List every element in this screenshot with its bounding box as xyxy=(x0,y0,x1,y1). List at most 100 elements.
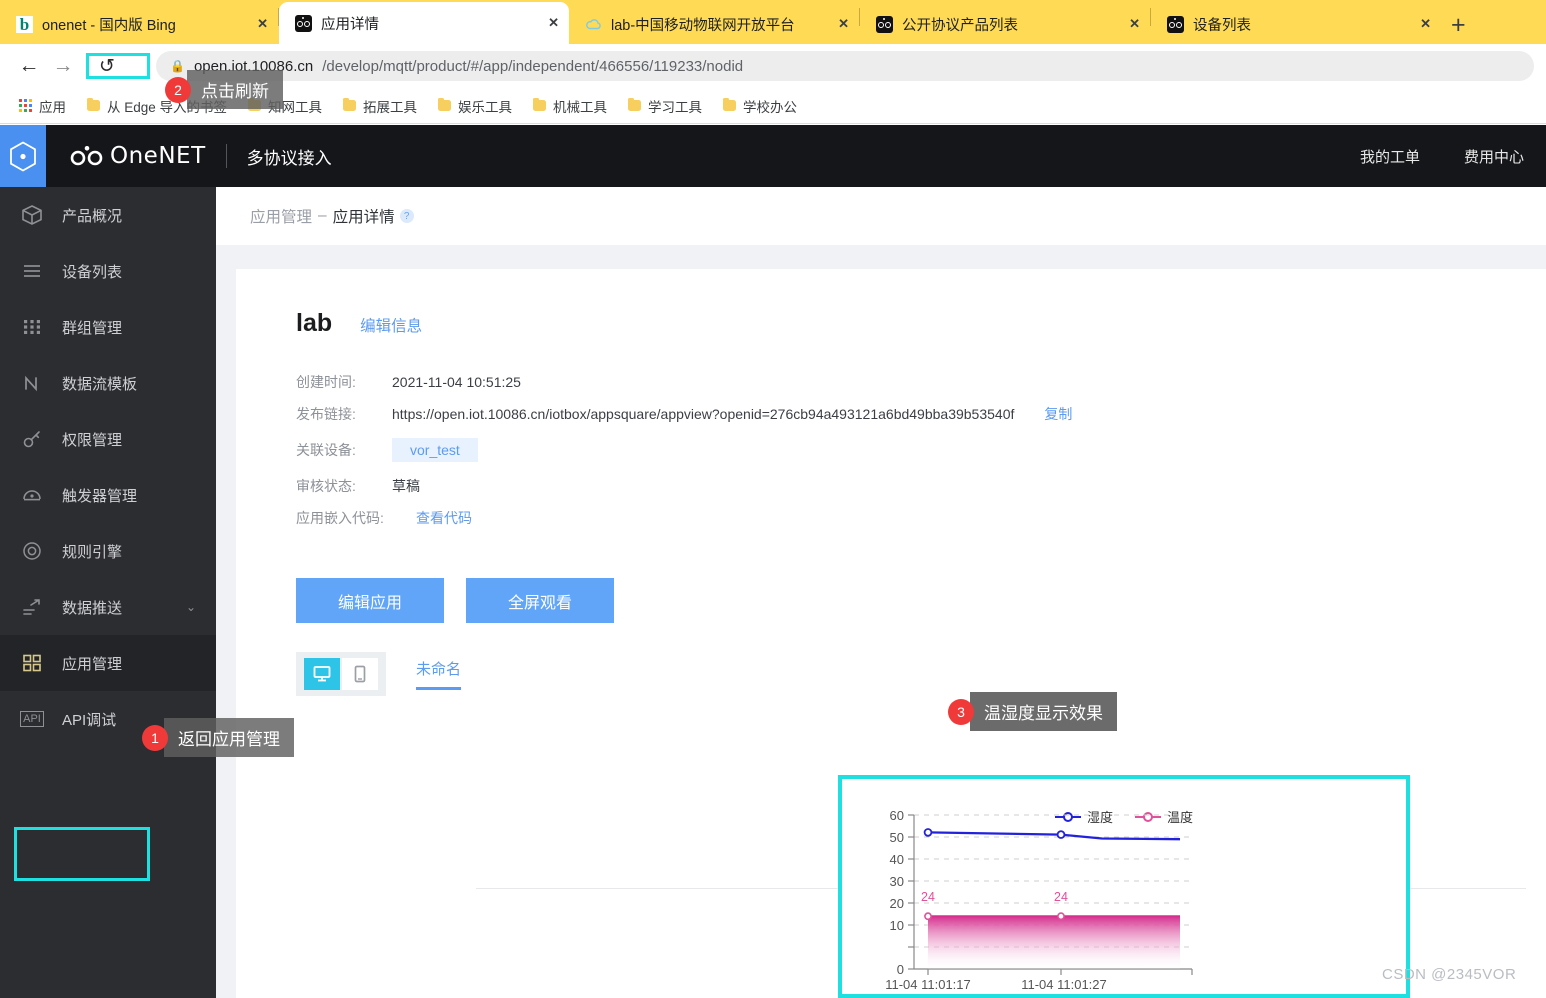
phone-icon xyxy=(354,665,366,683)
sidebar-item-rule-engine[interactable]: 规则引擎 xyxy=(0,523,216,579)
copy-link-button[interactable]: 复制 xyxy=(1044,404,1072,424)
chevron-down-icon[interactable]: ⌄ xyxy=(186,600,196,614)
monitor-icon xyxy=(313,666,331,682)
sidebar-item-datastream-template[interactable]: 数据流模板 xyxy=(0,355,216,411)
grid-dots-icon xyxy=(20,315,44,339)
cloud-icon xyxy=(585,16,602,33)
meta-row-linked-device: 关联设备: vor_test xyxy=(296,430,1546,470)
bookmark-folder-3[interactable]: 拓展工具 xyxy=(334,93,426,119)
fullscreen-view-button[interactable]: 全屏观看 xyxy=(466,578,614,623)
sidebar-item-data-push[interactable]: 数据推送 ⌄ xyxy=(0,579,216,635)
linked-device-chip[interactable]: vor_test xyxy=(392,438,478,462)
address-bar[interactable]: 🔒 open.iot.10086.cn/develop/mqtt/product… xyxy=(156,51,1534,81)
sidebar-item-app-management[interactable]: 应用管理 xyxy=(0,635,216,691)
folder-icon xyxy=(87,97,100,111)
chart-series-humidity xyxy=(923,828,1181,841)
browser-tab-4[interactable]: 公开协议产品列表 ✕ xyxy=(860,4,1150,44)
apps-grid-icon xyxy=(19,99,32,112)
brand-divider xyxy=(225,144,227,168)
key-icon xyxy=(20,427,44,451)
status-badge: 草稿 xyxy=(392,478,420,494)
meta-value: https://open.iot.10086.cn/iotbox/appsqua… xyxy=(392,406,1015,422)
forward-icon[interactable]: → xyxy=(46,54,80,78)
target-icon xyxy=(20,539,44,563)
sidebar-item-device-list[interactable]: 设备列表 xyxy=(0,243,216,299)
url-path: /develop/mqtt/product/#/app/independent/… xyxy=(322,57,744,75)
sidebar-item-label: 数据流模板 xyxy=(62,375,138,393)
gauge-icon xyxy=(20,483,44,507)
sidebar-item-label: 触发器管理 xyxy=(62,487,138,505)
app-logo-hex[interactable] xyxy=(0,125,46,187)
sidebar: 产品概况 设备列表 群组管理 数据流模板 权限管理 触发器管理 规则引擎 数据推… xyxy=(0,187,216,998)
folder-icon xyxy=(343,97,357,111)
bookmark-apps[interactable]: 应用 xyxy=(10,93,75,119)
mobile-view-button[interactable] xyxy=(342,658,378,690)
bookmark-label: 应用 xyxy=(39,99,66,115)
sidebar-item-group-management[interactable]: 群组管理 xyxy=(0,299,216,355)
view-switcher-row: 未命名 xyxy=(236,623,1546,696)
app-title-row: lab 编辑信息 xyxy=(236,269,1546,338)
sidebar-item-label: 应用管理 xyxy=(62,655,123,673)
meta-value: 2021-11-04 10:51:25 xyxy=(392,374,521,390)
meta-key: 审核状态: xyxy=(296,478,356,494)
new-tab-button[interactable]: + xyxy=(1451,13,1466,38)
my-tickets-link[interactable]: 我的工单 xyxy=(1360,146,1420,167)
chart-plot: 60 50 40 30 20 10 0 11-04 11:01:17 11-04… xyxy=(885,808,1193,992)
meta-key: 关联设备: xyxy=(296,442,356,458)
callout-badge: 1 xyxy=(142,724,168,751)
callout-text: 温湿度显示效果 xyxy=(970,692,1117,731)
browser-tab-1[interactable]: b onenet - 国内版 Bing ✕ xyxy=(0,4,278,44)
help-icon[interactable]: ? xyxy=(399,209,414,223)
back-icon[interactable]: ← xyxy=(12,54,46,78)
folder-icon xyxy=(723,97,737,111)
data-label-temp-0: 24 xyxy=(921,890,935,904)
close-icon[interactable]: ✕ xyxy=(548,15,559,31)
browser-tab-3[interactable]: lab-中国移动物联网开放平台 ✕ xyxy=(569,4,859,44)
bookmark-folder-7[interactable]: 学校办公 xyxy=(714,93,806,119)
close-icon[interactable]: ✕ xyxy=(1420,16,1431,32)
callout-text: 点击刷新 xyxy=(187,70,283,109)
sidebar-item-trigger-management[interactable]: 触发器管理 xyxy=(0,467,216,523)
bookmark-folder-5[interactable]: 机械工具 xyxy=(524,93,616,119)
browser-window: b onenet - 国内版 Bing ✕ 应用详情 ✕ lab-中国移动物联网… xyxy=(0,0,1546,998)
bookmark-folder-4[interactable]: 娱乐工具 xyxy=(429,93,521,119)
close-icon[interactable]: ✕ xyxy=(1129,16,1140,32)
browser-tabstrip: b onenet - 国内版 Bing ✕ 应用详情 ✕ lab-中国移动物联网… xyxy=(0,0,1546,44)
browser-tab-5[interactable]: 设备列表 ✕ xyxy=(1151,4,1441,44)
close-icon[interactable]: ✕ xyxy=(838,16,849,32)
app-blocks-icon xyxy=(20,651,44,675)
bing-icon: b xyxy=(16,15,33,33)
tab-unnamed[interactable]: 未命名 xyxy=(416,658,462,690)
meta-row-embed-code: 应用嵌入代码: 查看代码 xyxy=(296,502,1546,534)
folder-icon xyxy=(533,97,547,111)
cube-icon xyxy=(20,203,44,227)
wave-icon xyxy=(20,371,44,395)
browser-tab-2[interactable]: 应用详情 ✕ xyxy=(279,2,569,44)
breadcrumb-parent[interactable]: 应用管理 xyxy=(250,205,312,227)
onenet-logo-icon xyxy=(68,145,110,167)
y-tick-30: 30 xyxy=(890,874,904,889)
reload-button[interactable]: ↻ xyxy=(86,53,150,79)
edit-info-link[interactable]: 编辑信息 xyxy=(360,314,422,336)
watermark: CSDN @2345VOR xyxy=(1382,966,1517,983)
sidebar-item-permission-management[interactable]: 权限管理 xyxy=(0,411,216,467)
data-label-temp-1: 24 xyxy=(1054,890,1068,904)
tab-title: 设备列表 xyxy=(1193,17,1251,34)
reload-icon: ↻ xyxy=(99,55,115,77)
sidebar-item-product-overview[interactable]: 产品概况 xyxy=(0,187,216,243)
chart-y-axis: 60 50 40 30 20 10 0 xyxy=(890,808,915,977)
chart-x-axis: 11-04 11:01:17 11-04 11:01:27 xyxy=(885,968,1193,992)
app-header: OneNET 多协议接入 我的工单 费用中心 xyxy=(0,125,1546,187)
view-code-link[interactable]: 查看代码 xyxy=(416,508,472,528)
sidebar-item-label: 群组管理 xyxy=(62,319,123,337)
edit-app-button[interactable]: 编辑应用 xyxy=(296,578,444,623)
chart-widget: 湿度 温度 60 50 40 30 20 10 0 11-04 11:01:17… xyxy=(838,775,1410,998)
sidebar-item-label: 数据推送 xyxy=(62,599,123,617)
billing-center-link[interactable]: 费用中心 xyxy=(1464,146,1524,167)
close-icon[interactable]: ✕ xyxy=(257,16,268,32)
desktop-view-button[interactable] xyxy=(304,658,340,690)
hexagon-icon xyxy=(9,140,37,172)
callout-3: 3 温湿度显示效果 xyxy=(948,692,1117,731)
y-tick-60: 60 xyxy=(890,808,904,823)
bookmark-folder-6[interactable]: 学习工具 xyxy=(619,93,711,119)
